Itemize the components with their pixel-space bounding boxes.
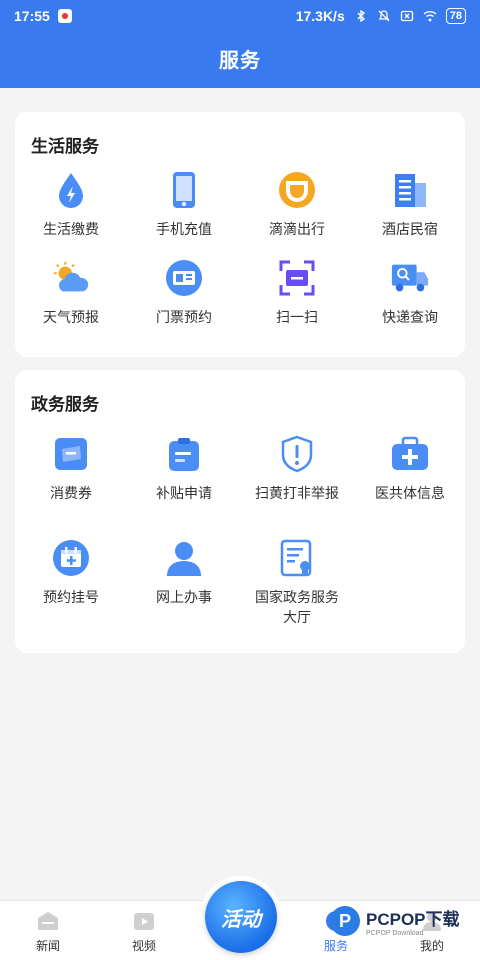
document-badge-icon — [277, 538, 317, 578]
coupon-icon — [51, 434, 91, 474]
no-sim-icon — [400, 10, 413, 22]
medical-kit-icon — [390, 434, 430, 474]
battery-indicator: 78 — [445, 8, 466, 24]
hotel-building-icon — [390, 170, 430, 210]
service-item-report[interactable]: 扫黄打非举报 — [241, 434, 353, 503]
activity-button[interactable]: 活动 — [200, 876, 282, 958]
status-time: 17:55 — [14, 8, 50, 24]
service-item-ticket[interactable]: 门票预约 — [128, 258, 240, 327]
user-icon — [164, 538, 204, 578]
video-icon — [134, 913, 154, 930]
life-services-card: 生活服务 生活缴费 手机充值 滴滴出行 酒店民宿 天气预报 门票预约 扫一扫 快… — [15, 112, 465, 357]
service-item-scan[interactable]: 扫一扫 — [241, 258, 353, 327]
watermark-logo: P — [330, 906, 360, 936]
service-item-weather[interactable]: 天气预报 — [15, 258, 127, 327]
tab-news[interactable]: 新闻 — [18, 909, 78, 954]
service-item-phone-recharge[interactable]: 手机充值 — [128, 170, 240, 239]
page-title: 服务 — [219, 50, 261, 72]
mute-bell-icon — [378, 10, 390, 22]
watermark: P PCPOP下载 PCPOP Download — [330, 905, 460, 937]
bluetooth-icon — [357, 9, 365, 23]
water-drop-bolt-icon — [51, 170, 91, 210]
section-title: 政务服务 — [31, 395, 99, 414]
calendar-plus-icon — [51, 538, 91, 578]
phone-icon — [164, 170, 204, 210]
network-speed: 17.3K/s — [295, 8, 345, 24]
gov-services-card: 政务服务 消费券 补贴申请 扫黄打非举报 医共体信息 预约挂号 网上办事 国家政… — [15, 370, 465, 653]
clipboard-icon — [164, 434, 204, 474]
wifi-icon — [423, 11, 437, 22]
watermark-brand: PCPOP下载 — [366, 910, 460, 929]
service-item-didi[interactable]: 滴滴出行 — [241, 170, 353, 239]
service-item-online-affairs[interactable]: 网上办事 — [128, 538, 240, 607]
watermark-sub: PCPOP Download — [366, 930, 424, 937]
notification-app-icon — [57, 9, 72, 23]
activity-label: 活动 — [205, 881, 277, 953]
weather-icon — [51, 258, 91, 298]
tab-video[interactable]: 视频 — [114, 909, 174, 954]
service-item-hotel[interactable]: 酒店民宿 — [354, 170, 466, 239]
status-bar: 17:55 17.3K/s 78 — [0, 0, 480, 32]
service-item-medical[interactable]: 医共体信息 — [354, 434, 466, 503]
section-title: 生活服务 — [31, 137, 99, 156]
app-header: 17:55 17.3K/s 78 服务 — [0, 0, 480, 88]
service-item-express[interactable]: 快递查询 — [354, 258, 466, 327]
ticket-icon — [164, 258, 204, 298]
service-item-subsidy[interactable]: 补贴申请 — [128, 434, 240, 503]
service-item-appointment[interactable]: 预约挂号 — [15, 538, 127, 607]
service-item-coupon[interactable]: 消费券 — [15, 434, 127, 503]
delivery-truck-icon — [390, 258, 430, 298]
scan-icon — [277, 258, 317, 298]
news-icon — [38, 912, 58, 930]
service-item-utility-payment[interactable]: 生活缴费 — [15, 170, 127, 239]
service-item-gov-hall[interactable]: 国家政务服务大厅 — [241, 538, 353, 627]
didi-icon — [277, 170, 317, 210]
shield-alert-icon — [277, 434, 317, 474]
